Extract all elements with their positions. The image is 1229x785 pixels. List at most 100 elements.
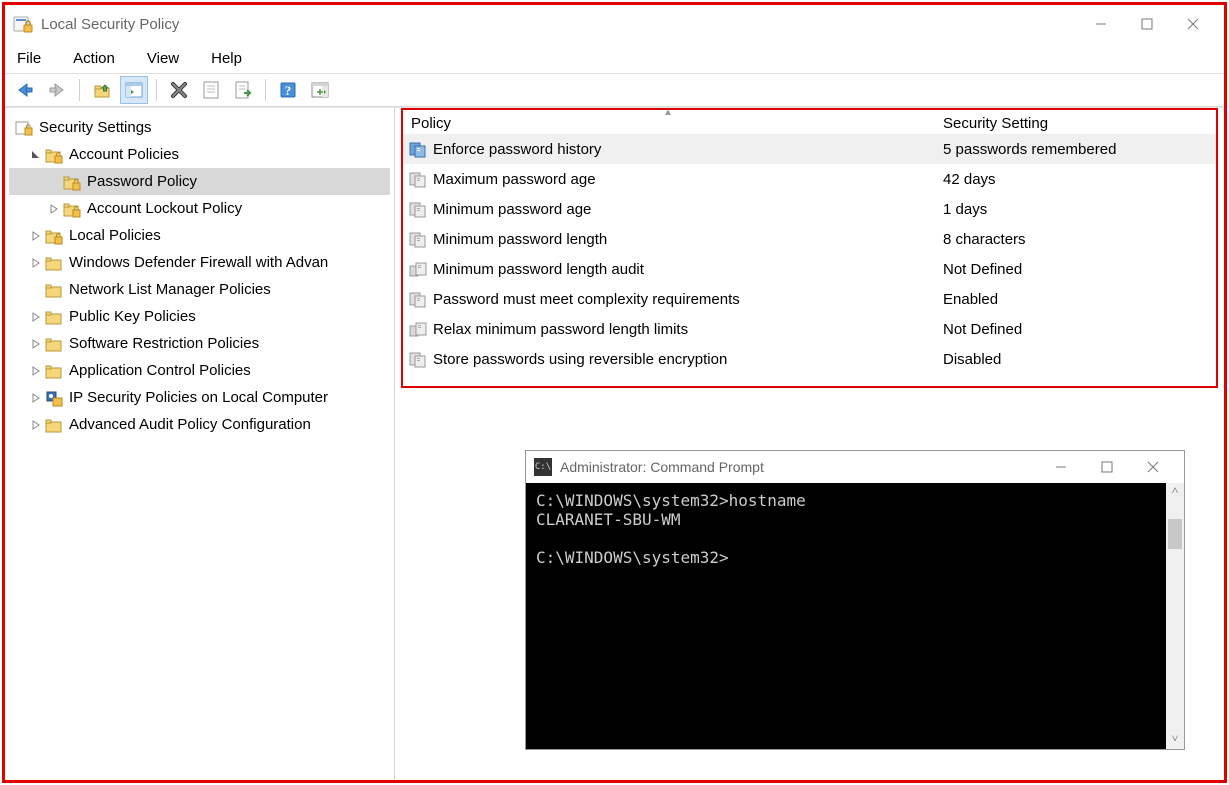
folder-lock-icon: [45, 227, 63, 245]
tree-software-restriction[interactable]: Software Restriction Policies: [9, 330, 390, 357]
column-header-row: Policy Security Setting: [403, 110, 1216, 134]
tree-label: Advanced Audit Policy Configuration: [69, 416, 311, 433]
column-header-setting[interactable]: Security Setting: [943, 115, 1048, 132]
policy-row[interactable]: Minimum password length8 characters: [403, 224, 1216, 254]
policy-value: 1 days: [943, 201, 987, 218]
policy-row[interactable]: Store passwords using reversible encrypt…: [403, 344, 1216, 374]
help-button[interactable]: ?: [274, 76, 302, 104]
scroll-down-icon[interactable]: ˅: [1172, 731, 1179, 749]
sort-indicator-icon: ▲: [663, 107, 673, 118]
tree-root-security-settings[interactable]: Security Settings: [9, 114, 390, 141]
policy-name: Password must meet complexity requiremen…: [433, 291, 740, 308]
policy-value: Enabled: [943, 291, 998, 308]
scroll-thumb[interactable]: [1168, 519, 1182, 549]
column-header-policy[interactable]: Policy: [403, 115, 943, 132]
cmd-title-text: Administrator: Command Prompt: [560, 459, 764, 475]
policy-icon: [409, 260, 427, 278]
tree-account-policies[interactable]: Account Policies: [9, 141, 390, 168]
menu-help[interactable]: Help: [207, 48, 246, 69]
policy-row[interactable]: Password must meet complexity requiremen…: [403, 284, 1216, 314]
tree-advanced-audit[interactable]: Advanced Audit Policy Configuration: [9, 411, 390, 438]
security-settings-icon: [15, 119, 33, 137]
policy-icon: [409, 350, 427, 368]
action-pane-button[interactable]: [306, 76, 334, 104]
menu-action[interactable]: Action: [69, 48, 119, 69]
folder-lock-icon: [45, 146, 63, 164]
minimize-button[interactable]: [1078, 9, 1124, 39]
tree-firewall[interactable]: Windows Defender Firewall with Advan: [9, 249, 390, 276]
main-split: Security Settings Account Policies Passw…: [5, 107, 1224, 780]
policy-row[interactable]: Minimum password age1 days: [403, 194, 1216, 224]
policy-value: 42 days: [943, 171, 996, 188]
maximize-button[interactable]: [1124, 9, 1170, 39]
expander-closed-icon[interactable]: [29, 418, 43, 432]
cmd-body[interactable]: C:\WINDOWS\system32>hostname CLARANET-SB…: [526, 483, 1184, 749]
expander-closed-icon[interactable]: [29, 337, 43, 351]
folder-icon: [45, 416, 63, 434]
forward-button[interactable]: [43, 76, 71, 104]
folder-icon: [45, 308, 63, 326]
policy-row[interactable]: Enforce password history 5 passwords reme…: [403, 134, 1216, 164]
policy-value: 8 characters: [943, 231, 1026, 248]
expander-open-icon[interactable]: [29, 148, 43, 162]
tree-network-list[interactable]: Network List Manager Policies: [9, 276, 390, 303]
toolbar: ?: [5, 73, 1224, 107]
policy-icon: [409, 290, 427, 308]
policy-name: Enforce password history: [433, 141, 601, 158]
menu-file[interactable]: File: [13, 48, 45, 69]
svg-text:?: ?: [285, 83, 292, 98]
policy-icon: [409, 230, 427, 248]
tree-label: Account Lockout Policy: [87, 200, 242, 217]
policy-row[interactable]: Minimum password length auditNot Defined: [403, 254, 1216, 284]
tree-label: Local Policies: [69, 227, 161, 244]
cmd-maximize-button[interactable]: [1084, 452, 1130, 482]
toolbar-separator: [156, 79, 157, 101]
cmd-line: C:\WINDOWS\system32>: [536, 548, 729, 567]
properties-button[interactable]: [197, 76, 225, 104]
policy-name: Maximum password age: [433, 171, 596, 188]
show-hide-tree-button[interactable]: [120, 76, 148, 104]
tree-app-control[interactable]: Application Control Policies: [9, 357, 390, 384]
screenshot-frame: Local Security Policy File Action View H…: [2, 2, 1227, 783]
tree-label: Windows Defender Firewall with Advan: [69, 254, 328, 271]
expander-closed-icon[interactable]: [29, 256, 43, 270]
policy-value: Disabled: [943, 351, 1001, 368]
cmd-window[interactable]: C:\ Administrator: Command Prompt: [525, 450, 1185, 750]
tree-account-lockout[interactable]: Account Lockout Policy: [9, 195, 390, 222]
back-button[interactable]: [11, 76, 39, 104]
close-button[interactable]: [1170, 9, 1216, 39]
tree-ip-security[interactable]: IP Security Policies on Local Computer: [9, 384, 390, 411]
policy-row[interactable]: Relax minimum password length limitsNot …: [403, 314, 1216, 344]
cmd-scrollbar[interactable]: ˄ ˅: [1166, 483, 1184, 749]
scroll-up-icon[interactable]: ˄: [1172, 483, 1179, 501]
titlebar: Local Security Policy: [5, 5, 1224, 43]
export-button[interactable]: [229, 76, 257, 104]
toolbar-separator: [265, 79, 266, 101]
expander-closed-icon[interactable]: [29, 364, 43, 378]
policy-icon: [409, 170, 427, 188]
menu-view[interactable]: View: [143, 48, 183, 69]
delete-button[interactable]: [165, 76, 193, 104]
policy-value: 5 passwords remembered: [943, 141, 1116, 158]
policy-row[interactable]: Maximum password age 42 days: [403, 164, 1216, 194]
cmd-minimize-button[interactable]: [1038, 452, 1084, 482]
cmd-close-button[interactable]: [1130, 452, 1176, 482]
expander-closed-icon[interactable]: [29, 310, 43, 324]
cmd-titlebar[interactable]: C:\ Administrator: Command Prompt: [526, 451, 1184, 483]
tree-label: Network List Manager Policies: [69, 281, 271, 298]
ip-security-icon: [45, 389, 63, 407]
expander-closed-icon[interactable]: [29, 229, 43, 243]
expander-closed-icon[interactable]: [29, 391, 43, 405]
tree-pane: Security Settings Account Policies Passw…: [5, 108, 395, 780]
tree-label: Software Restriction Policies: [69, 335, 259, 352]
expander-closed-icon[interactable]: [47, 202, 61, 216]
tree-password-policy[interactable]: Password Policy: [9, 168, 390, 195]
tree-label: Account Policies: [69, 146, 179, 163]
tree-label: Public Key Policies: [69, 308, 196, 325]
tree-label: Password Policy: [87, 173, 197, 190]
policy-name: Minimum password length audit: [433, 261, 644, 278]
up-button[interactable]: [88, 76, 116, 104]
folder-lock-icon: [63, 200, 81, 218]
tree-local-policies[interactable]: Local Policies: [9, 222, 390, 249]
tree-public-key[interactable]: Public Key Policies: [9, 303, 390, 330]
